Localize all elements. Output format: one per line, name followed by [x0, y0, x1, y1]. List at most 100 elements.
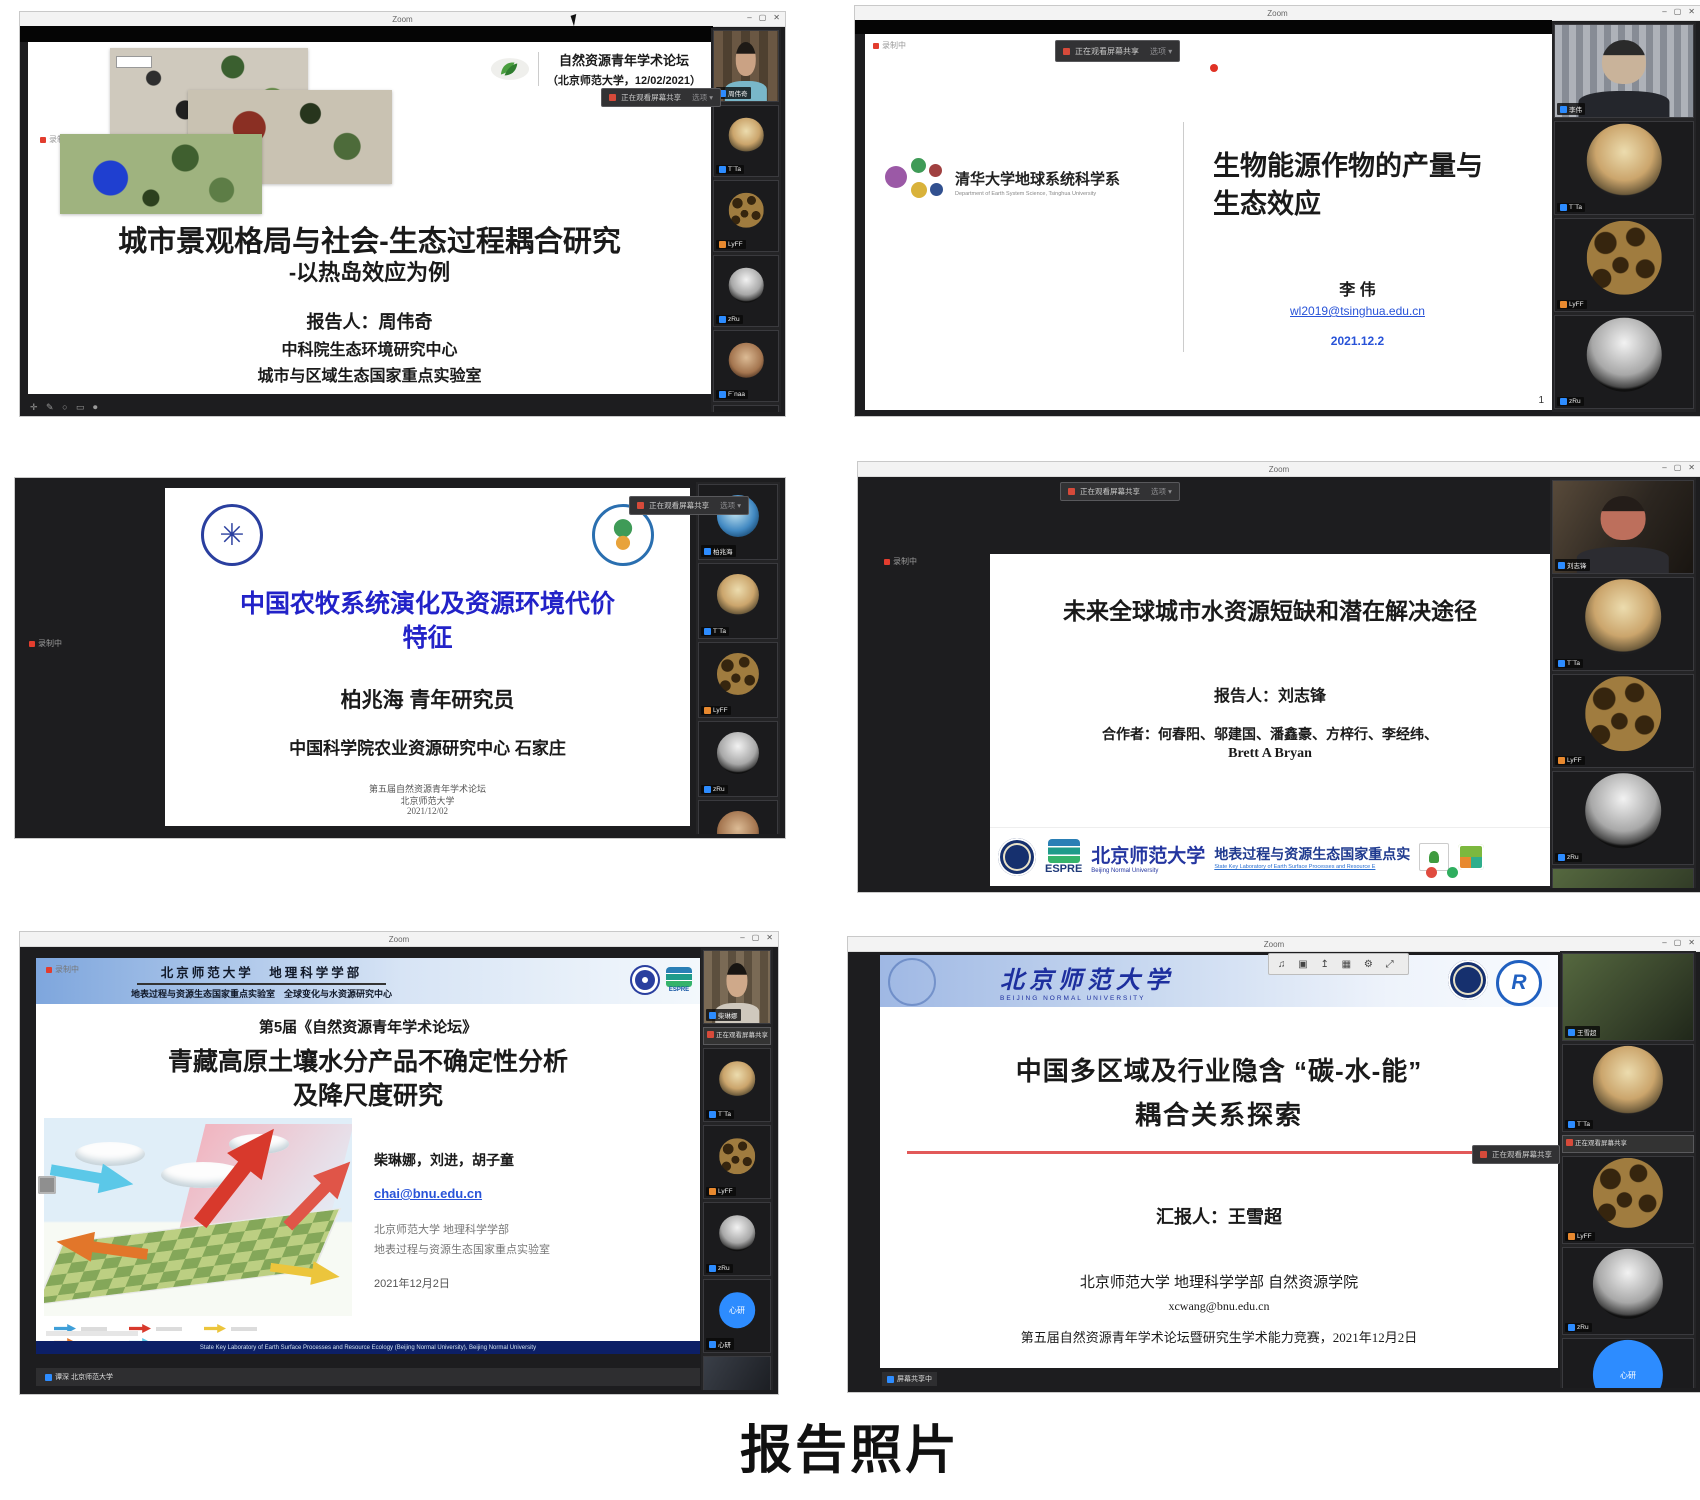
participant-tile[interactable]: T`Ta — [1552, 577, 1694, 671]
participant-tile[interactable]: zRu — [1552, 771, 1694, 865]
close-icon[interactable]: ✕ — [1688, 463, 1695, 472]
bnu-english: Beijing Normal University — [1091, 868, 1205, 874]
participant-name: zRu — [718, 1265, 730, 1272]
viewing-banner[interactable]: 正在观看屏幕共享选项 ▾ — [629, 496, 749, 515]
lab-name-cn: 地表过程与资源生态国家重点实 — [1214, 844, 1410, 864]
participant-tile[interactable]: F`naa — [698, 800, 778, 834]
minimize-icon[interactable]: – — [1662, 7, 1666, 16]
options-menu[interactable]: 选项 ▾ — [692, 92, 713, 103]
participant-name-chip: LyFF — [1557, 300, 1587, 309]
participant-status-icon — [719, 166, 726, 173]
window-titlebar[interactable]: Zoom –▢✕ — [858, 462, 1700, 477]
participant-tile[interactable]: zRu — [698, 721, 778, 797]
close-icon[interactable]: ✕ — [1688, 7, 1695, 16]
close-icon[interactable]: ✕ — [773, 13, 780, 22]
footer-forum-line: 第五届自然资源青年学术论坛暨研究生学术能力竞赛，2021年12月2日 — [880, 1327, 1558, 1346]
maximize-icon[interactable]: ▢ — [1674, 938, 1682, 947]
maximize-icon[interactable]: ▢ — [1674, 463, 1682, 472]
participant-tile[interactable]: T`Ta — [1554, 121, 1694, 215]
participant-tile[interactable]: LyFF — [1562, 1156, 1694, 1244]
options-menu[interactable]: 选项 ▾ — [1151, 486, 1172, 497]
viewing-banner[interactable]: 正在观看屏幕共享选项 ▾ — [1055, 40, 1180, 62]
participant-status-icon — [707, 1031, 714, 1038]
map-legend-box — [116, 56, 152, 68]
participant-tile[interactable]: G`Lsk — [1552, 868, 1694, 888]
participant-tile[interactable]: 正在观看屏幕共享 — [703, 1027, 771, 1045]
participant-avatar — [1593, 1046, 1663, 1116]
options-menu[interactable]: 选项 ▾ — [1150, 46, 1172, 57]
participant-status-icon — [704, 786, 711, 793]
participant-tile[interactable]: 刘志锋 — [1552, 480, 1694, 574]
participant-tile[interactable]: 心研 心研 — [703, 1279, 771, 1353]
minimize-icon[interactable]: – — [1662, 938, 1666, 947]
participant-tile[interactable]: LyFF — [713, 180, 779, 252]
viewing-banner[interactable]: 正在观看屏幕共享选项 ▾ — [1060, 482, 1180, 501]
participants-sidebar[interactable]: 周伟奇 T`Ta LyFF zRu — [711, 28, 781, 412]
viewing-banner[interactable]: 正在观看屏幕共享 — [1472, 1145, 1560, 1164]
participant-tile[interactable]: LyFF — [1554, 218, 1694, 312]
participant-tile[interactable]: 心研 心研 — [1562, 1338, 1694, 1388]
window-titlebar[interactable]: Zoom –▢ ✕ — [20, 12, 785, 27]
participant-tile[interactable]: zRu — [1554, 315, 1694, 409]
close-icon[interactable]: ✕ — [766, 933, 773, 942]
options-menu[interactable]: 选项 ▾ — [720, 500, 741, 511]
minimize-icon[interactable]: – — [1662, 463, 1666, 472]
viewing-banner[interactable]: 正在观看屏幕共享选项 ▾ — [601, 88, 721, 107]
slide-title-line2: 耦合关系探索 — [880, 1095, 1558, 1132]
presenter-email-link[interactable]: wl2019@tsinghua.edu.cn — [1183, 304, 1532, 318]
window-titlebar[interactable]: Zoom –▢✕ — [20, 932, 778, 947]
participant-avatar — [704, 1357, 770, 1390]
participant-tile[interactable]: zRu — [1562, 1247, 1694, 1335]
participant-name: 正在观看屏幕共享 — [1575, 1137, 1627, 1147]
participant-tile[interactable]: 李伟 — [1554, 24, 1694, 118]
slide-date: 2021.12.2 — [1183, 334, 1532, 348]
participant-tile[interactable]: T`Ta — [698, 563, 778, 639]
close-icon[interactable]: ✕ — [1688, 938, 1695, 947]
participant-name-chip: zRu — [706, 1264, 733, 1273]
participant-tile[interactable]: F`naa — [713, 330, 779, 402]
participants-sidebar[interactable]: 刘志锋 T`Ta LyFF zRu — [1550, 478, 1696, 888]
participant-name-chip: 刘志锋 — [1555, 559, 1590, 571]
participant-tile[interactable]: LyFF — [703, 1125, 771, 1199]
participants-sidebar[interactable]: 李伟 T`Ta LyFF zRu — [1552, 22, 1696, 412]
participant-tile[interactable]: 正在观看屏幕共享 — [1562, 1135, 1694, 1153]
participant-tile[interactable]: zRu — [703, 1202, 771, 1276]
participants-sidebar[interactable]: 柴琳娜 正在观看屏幕共享 T`Ta LyFF — [701, 948, 773, 1390]
zoom-window-5: Zoom –▢✕ 录制中 北京师范大学 地理科学学部 地表过程与资源生态国家重点… — [20, 932, 778, 1394]
affiliation-line: 北京师范大学 地理科学学部 自然资源学院 — [880, 1271, 1558, 1292]
minimize-icon[interactable]: – — [740, 933, 744, 942]
participants-sidebar[interactable]: 王雪超 T`Ta 正在观看屏幕共享 LyFF — [1560, 951, 1696, 1388]
participant-name: LyFF — [1569, 301, 1584, 308]
toolbar-handle-icon[interactable] — [38, 1176, 56, 1194]
participant-tile[interactable]: 心研 心研 — [713, 405, 779, 412]
maximize-icon[interactable]: ▢ — [1674, 7, 1682, 16]
slide-date: 2021年12月2日 — [374, 1275, 674, 1291]
participant-name: LyFF — [1577, 1233, 1592, 1240]
participant-tile[interactable]: 周伟奇 — [713, 30, 779, 102]
alert-icon — [1480, 1151, 1487, 1158]
window-titlebar[interactable]: Zoom –▢✕ — [855, 6, 1700, 21]
maximize-icon[interactable]: ▢ — [759, 13, 767, 22]
participant-tile[interactable]: T`Ta — [713, 105, 779, 177]
participant-tile[interactable]: LyFF — [698, 642, 778, 718]
participant-tile[interactable]: T`Ta — [1562, 1044, 1694, 1132]
slide-carbon-water-energy: 北京师范大学 BEIJING NORMAL UNIVERSITY R 中国多区域… — [880, 955, 1558, 1368]
participant-tile[interactable]: 王雪超 — [1562, 953, 1694, 1041]
maximize-icon[interactable]: ▢ — [752, 933, 760, 942]
minimize-icon[interactable]: – — [747, 13, 751, 22]
window-titlebar[interactable]: Zoom –▢✕ — [848, 937, 1700, 952]
lab-name-en: State Key Laboratory of Earth Surface Pr… — [1214, 864, 1410, 870]
participant-tile[interactable]: G`Lsk — [703, 1356, 771, 1390]
author-email-link[interactable]: chai@bnu.edu.cn — [374, 1186, 482, 1201]
participant-status-icon — [709, 1188, 716, 1195]
participant-name-chip: T`Ta — [706, 1110, 734, 1119]
participant-tile[interactable]: T`Ta — [703, 1048, 771, 1122]
participant-tile[interactable]: LyFF — [1552, 674, 1694, 768]
participants-sidebar[interactable]: 柏兆海 T`Ta LyFF zRu — [696, 482, 780, 834]
annotation-toolbar[interactable]: ✛ ✎ ○ ▭ ⏺ — [30, 402, 101, 413]
participant-tile[interactable]: 柴琳娜 — [703, 950, 771, 1024]
participant-tile[interactable]: zRu — [713, 255, 779, 327]
cas-university-emblem-icon: ✳ — [201, 504, 263, 566]
meeting-controls-toolbar[interactable]: ♫ ▣ ↥ ▦ ⚙ ⤢ — [1268, 953, 1409, 975]
window-title: Zoom — [392, 15, 412, 24]
